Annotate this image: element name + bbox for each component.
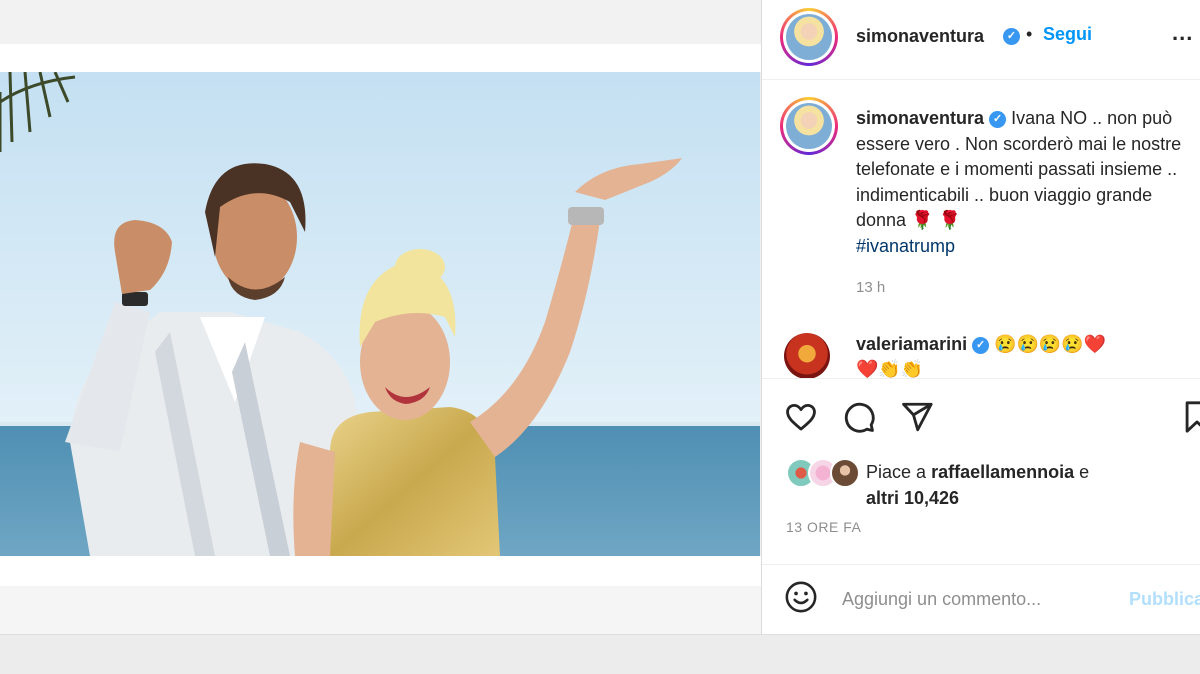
commenter-avatar[interactable]	[784, 333, 830, 379]
liker-avatar	[830, 458, 860, 488]
comment-item: valeriamarini ✓ 😢😢😢😢❤️ ❤️👏👏	[856, 332, 1196, 382]
verified-badge-icon: ✓	[989, 111, 1007, 128]
top-strip	[0, 0, 762, 44]
caption-time-ago: 13 h	[856, 279, 886, 296]
publish-button[interactable]: Pubblica	[1129, 589, 1200, 610]
bottom-strip	[0, 634, 1200, 674]
add-comment-input[interactable]: Aggiungi un commento...	[842, 589, 1041, 610]
author-username[interactable]: simonaventura	[856, 26, 984, 47]
post-photo[interactable]	[0, 72, 760, 556]
likes-others-count[interactable]: altri 10,426	[866, 488, 959, 508]
caption-username[interactable]: simonaventura	[856, 108, 984, 128]
verified-badge-icon: ✓	[972, 337, 990, 354]
commenter-username[interactable]: valeriamarini	[856, 334, 967, 354]
author-avatar[interactable]	[780, 8, 838, 66]
smiley-icon[interactable]	[784, 580, 818, 614]
likes-prefix: Piace a	[866, 462, 927, 482]
post-date: 13 ORE FA	[786, 519, 862, 535]
rose-emoji: 🌹 🌹	[911, 210, 961, 230]
post-side-panel: simonaventura ✓ • Segui ... simonaventur…	[761, 0, 1200, 634]
paper-plane-icon[interactable]	[900, 400, 934, 434]
likes-username[interactable]: raffaellamennoia	[931, 462, 1074, 482]
likes-summary[interactable]: Piace a raffaellamennoia e altri 10,426	[866, 459, 1089, 511]
bookmark-icon[interactable]	[1182, 400, 1200, 434]
post-header: simonaventura ✓ • Segui ...	[762, 0, 1200, 80]
comment-bubble-icon[interactable]	[842, 400, 876, 434]
heart-icon[interactable]	[784, 400, 818, 434]
likers-avatars[interactable]	[786, 458, 866, 490]
more-options-icon[interactable]: ...	[1172, 20, 1193, 46]
media-lower-band	[0, 586, 762, 634]
header-separator: •	[1026, 24, 1033, 44]
caption-author-avatar[interactable]	[780, 97, 838, 155]
caption-hashtag[interactable]: #ivanatrump	[856, 236, 955, 256]
comment-emoji-line1: 😢😢😢😢❤️	[994, 334, 1107, 354]
instagram-post-page: simonaventura ✓ • Segui ... simonaventur…	[0, 0, 1200, 674]
comment-emoji-line2: ❤️👏👏	[856, 359, 924, 379]
media-bottom-band	[0, 556, 762, 586]
likes-connector: e	[1079, 462, 1090, 482]
post-caption: simonaventura ✓ Ivana NO .. non può esse…	[856, 106, 1196, 259]
verified-badge-icon: ✓	[1003, 28, 1020, 45]
media-top-band	[0, 44, 762, 72]
beach-photo-illustration	[0, 72, 760, 556]
follow-button[interactable]: Segui	[1043, 24, 1092, 45]
